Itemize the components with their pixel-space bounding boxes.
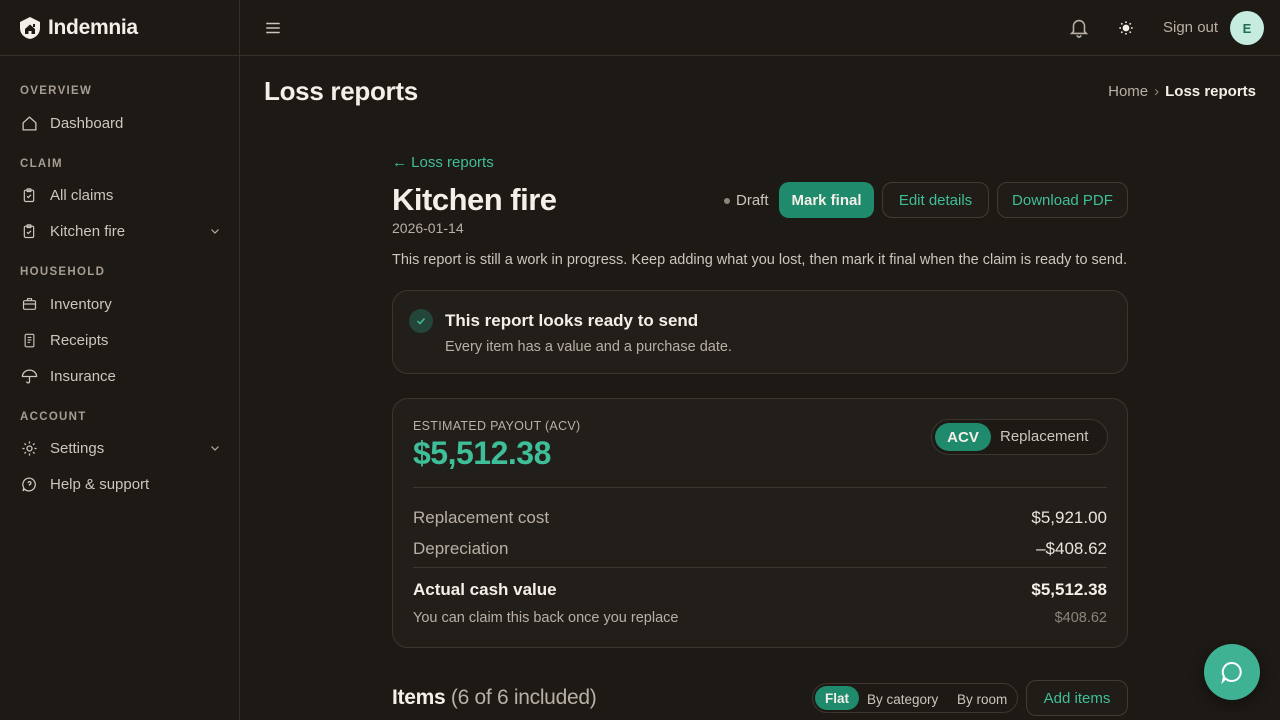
download-pdf-button[interactable]: Download PDF: [997, 182, 1128, 218]
ready-title: This report looks ready to send: [445, 311, 699, 330]
sidebar-item-label: All claims: [50, 186, 114, 204]
house-shield-logo-icon: [20, 16, 40, 39]
chat-button[interactable]: [1204, 644, 1260, 700]
back-to-loss-reports-link[interactable]: ← Loss reports: [392, 154, 494, 171]
sidebar-item-label: Insurance: [50, 367, 116, 385]
clipboard-icon: [20, 186, 38, 204]
sidebar-item-receipts[interactable]: Receipts: [0, 322, 239, 358]
sidebar-item-label: Inventory: [50, 295, 112, 313]
sidebar: Indemnia OVERVIEW Dashboard CLAIM All cl…: [0, 0, 240, 720]
breadcrumb-current: Loss reports: [1165, 83, 1256, 100]
estimated-payout-card: ESTIMATED PAYOUT (ACV) $5,512.38 ACV Rep…: [392, 398, 1128, 648]
check-icon: [409, 309, 433, 333]
avatar[interactable]: E: [1230, 11, 1264, 45]
toggle-acv[interactable]: ACV: [935, 423, 991, 451]
acv-label: Actual cash value: [413, 580, 557, 599]
replacement-cost-value: $5,921.00: [1031, 508, 1107, 527]
clipboard-icon: [20, 222, 38, 240]
payout-mode-toggle: ACV Replacement: [931, 419, 1108, 455]
divider: [413, 567, 1107, 568]
sidebar-item-label: Kitchen fire: [50, 222, 126, 240]
page-title: Loss reports: [264, 76, 418, 106]
sun-icon[interactable]: [1116, 18, 1136, 38]
help-chat-icon: [20, 475, 38, 493]
nav-section-account: ACCOUNT: [20, 411, 87, 423]
sidebar-item-all-claims[interactable]: All claims: [0, 177, 239, 213]
view-flat[interactable]: Flat: [815, 686, 860, 710]
payout-value: $5,512.38: [413, 435, 551, 471]
sidebar-item-settings[interactable]: Settings: [0, 430, 239, 466]
sidebar-item-inventory[interactable]: Inventory: [0, 286, 239, 322]
breadcrumb-home[interactable]: Home: [1108, 83, 1148, 100]
acv-value: $5,512.38: [1031, 580, 1107, 599]
app-name: Indemnia: [48, 15, 138, 39]
home-icon: [20, 114, 38, 132]
brand[interactable]: Indemnia: [0, 0, 239, 56]
sidebar-item-dashboard[interactable]: Dashboard: [0, 105, 239, 141]
ready-to-send-card: This report looks ready to send Every it…: [392, 290, 1128, 374]
depreciation-value: –$408.62: [1036, 539, 1107, 558]
payout-label: ESTIMATED PAYOUT (ACV): [413, 419, 581, 433]
view-by-category[interactable]: By category: [867, 684, 938, 714]
report-title: Kitchen fire: [392, 182, 557, 217]
sign-out-link[interactable]: Sign out: [1163, 19, 1218, 36]
items-title: Items: [392, 686, 446, 709]
chevron-down-icon[interactable]: [209, 442, 221, 454]
nav-section-household: HOUSEHOLD: [20, 266, 106, 278]
breadcrumb-separator: ›: [1154, 83, 1160, 100]
chevron-down-icon[interactable]: [209, 225, 221, 237]
status-dot-icon: [724, 197, 730, 204]
sidebar-item-insurance[interactable]: Insurance: [0, 358, 239, 394]
replacement-cost-label: Replacement cost: [413, 508, 550, 527]
nav-section-overview: OVERVIEW: [20, 85, 93, 97]
breadcrumb: Home › Loss reports: [1108, 83, 1256, 100]
view-by-room[interactable]: By room: [957, 684, 1007, 714]
ready-subtitle: Every item has a value and a purchase da…: [445, 339, 732, 355]
depreciation-label: Depreciation: [413, 539, 509, 558]
nav-section-claim: CLAIM: [20, 158, 63, 170]
claim-back-label: You can claim this back once you replace: [413, 610, 679, 626]
edit-details-button[interactable]: Edit details: [882, 182, 989, 218]
topbar: Sign out E: [240, 0, 1280, 56]
mark-final-button[interactable]: Mark final: [779, 182, 874, 218]
status-label: Draft: [736, 192, 769, 209]
sidebar-item-label: Settings: [50, 439, 105, 457]
report-date: 2026-01-14: [392, 220, 464, 236]
sidebar-item-label: Receipts: [50, 331, 109, 349]
sidebar-item-label: Dashboard: [50, 114, 124, 132]
sidebar-item-label: Help & support: [50, 475, 150, 493]
chat-bubble-icon: [1221, 661, 1242, 684]
add-items-button[interactable]: Add items: [1026, 680, 1128, 716]
bell-icon[interactable]: [1068, 16, 1090, 38]
sidebar-item-help-support[interactable]: Help & support: [0, 466, 239, 502]
toggle-replacement[interactable]: Replacement: [1000, 428, 1088, 445]
hamburger-menu-icon[interactable]: [264, 19, 282, 37]
briefcase-icon: [20, 295, 38, 313]
items-count: (6 of 6 included): [450, 686, 597, 709]
status-badge: Draft: [724, 192, 769, 209]
items-heading: Items (6 of 6 included): [392, 686, 597, 710]
claim-back-value: $408.62: [1054, 610, 1107, 626]
umbrella-icon: [20, 367, 38, 385]
divider: [413, 487, 1107, 488]
report-description: This report is still a work in progress.…: [392, 252, 1128, 268]
sidebar-item-kitchen-fire[interactable]: Kitchen fire: [0, 213, 239, 249]
gear-icon: [20, 439, 38, 457]
items-view-toggle: Flat By category By room: [812, 683, 1018, 713]
receipt-icon: [20, 331, 38, 349]
